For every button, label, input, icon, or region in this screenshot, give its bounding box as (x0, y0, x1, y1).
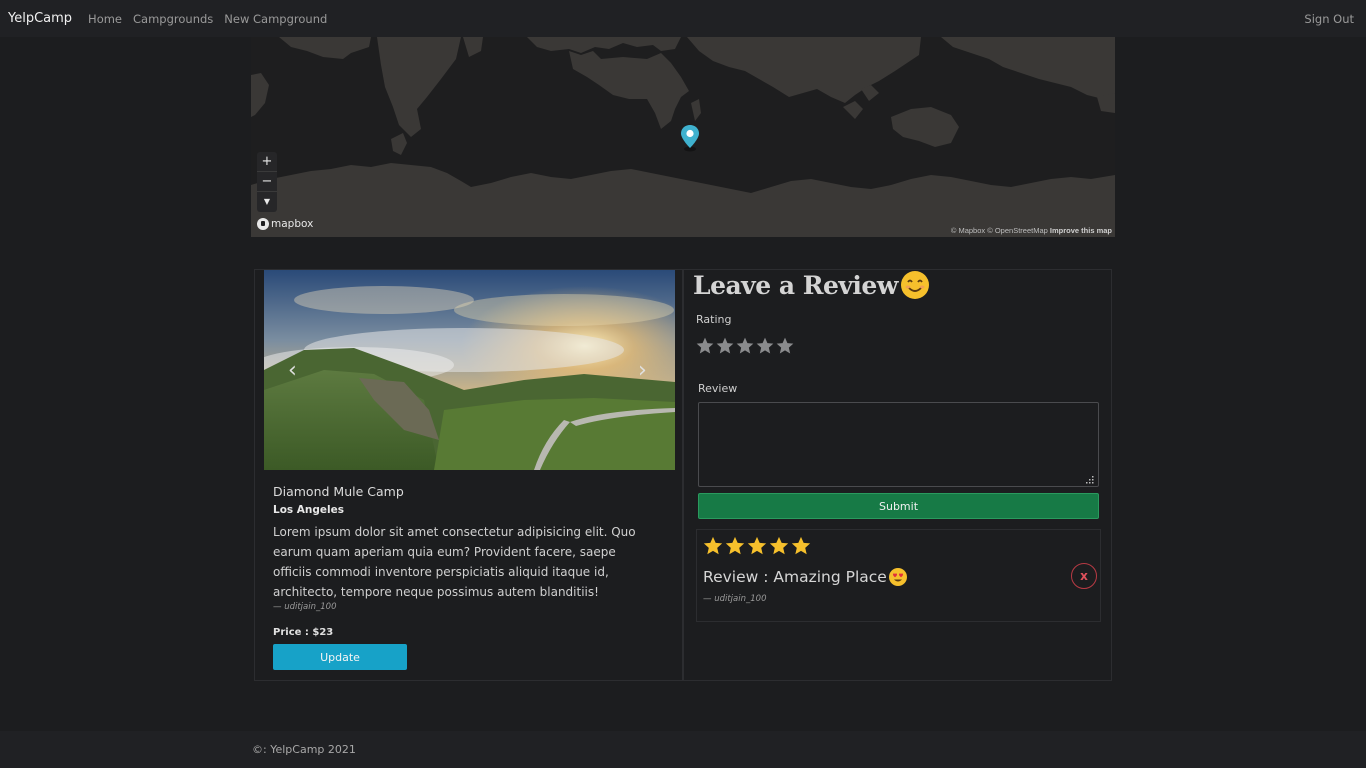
map-attribution: © Mapbox © OpenStreetMap Improve this ma… (951, 226, 1112, 235)
filled-star-icon (791, 536, 811, 555)
compass-button[interactable]: ▼ (257, 192, 277, 212)
campground-location: Los Angeles (273, 504, 345, 516)
mapbox-logo-text: mapbox (271, 218, 314, 230)
brand-link[interactable]: YelpCamp (8, 11, 72, 26)
rating-stars-input (695, 336, 795, 356)
resize-grip-icon[interactable] (1086, 476, 1094, 484)
navbar: YelpCamp Home Campgrounds New Campground (0, 0, 1366, 37)
filled-star-icon (769, 536, 789, 555)
sign-out-link[interactable]: Sign Out (1304, 12, 1354, 26)
mapbox-logo[interactable]: mapbox (257, 218, 313, 230)
rating-star-3-icon[interactable] (735, 336, 755, 356)
improve-map-link[interactable]: Improve this map (1050, 226, 1112, 235)
attribution-text[interactable]: © Mapbox © OpenStreetMap (951, 226, 1048, 235)
zoom-out-button[interactable]: − (257, 172, 277, 192)
nav-link-new-campground[interactable]: New Campground (224, 12, 327, 26)
filled-star-icon (703, 536, 723, 555)
rating-star-1-icon[interactable] (695, 336, 715, 356)
submit-review-button[interactable]: Submit (698, 493, 1099, 519)
map-zoom-controls: + − ▼ (257, 152, 277, 212)
campground-description: Lorem ipsum dolor sit amet consectetur a… (273, 525, 636, 599)
footer: ©: YelpCamp 2021 (0, 731, 1366, 768)
nav-link-home[interactable]: Home (88, 12, 122, 26)
smiling-face-icon (900, 271, 929, 299)
review-author: — uditjain_100 (703, 594, 767, 604)
filled-star-icon (747, 536, 767, 555)
campground-title: Diamond Mule Camp (273, 484, 404, 499)
campground-author: — uditjain_100 (273, 602, 337, 612)
heart-eyes-icon (888, 568, 907, 586)
review-text: Review : Amazing Place (703, 567, 908, 587)
mapbox-logo-icon (257, 218, 269, 230)
rating-label: Rating (696, 313, 732, 326)
review-heading-text: Leave a Review (693, 270, 898, 300)
carousel-prev-button[interactable]: ‹ (288, 358, 297, 383)
campground-card: ‹ › Diamond Mule Camp Los Angeles Lorem … (254, 269, 683, 681)
campground-image-carousel: ‹ › (264, 270, 675, 470)
carousel-next-button[interactable]: › (638, 358, 647, 383)
delete-review-button[interactable]: x (1071, 563, 1097, 589)
review-text-content: Review : Amazing Place (703, 568, 887, 586)
review-card-panel: Leave a Review Rating Review Submit Revi… (683, 269, 1112, 681)
review-rating-stars (702, 535, 812, 557)
campground-image (264, 270, 675, 470)
nav-link-campgrounds[interactable]: Campgrounds (133, 12, 213, 26)
review-item: Review : Amazing Place — uditjain_100 x (696, 529, 1101, 622)
campground-price: Price : $23 (273, 627, 334, 638)
map-marker-icon[interactable] (680, 124, 700, 152)
filled-star-icon (725, 536, 745, 555)
update-button[interactable]: Update (273, 644, 407, 670)
zoom-in-button[interactable]: + (257, 152, 277, 172)
review-textarea[interactable] (698, 402, 1099, 487)
rating-star-4-icon[interactable] (755, 336, 775, 356)
footer-copyright: ©: YelpCamp 2021 (252, 743, 356, 756)
review-label: Review (698, 382, 738, 395)
rating-star-2-icon[interactable] (715, 336, 735, 356)
review-heading: Leave a Review (693, 270, 930, 300)
rating-star-5-icon[interactable] (775, 336, 795, 356)
